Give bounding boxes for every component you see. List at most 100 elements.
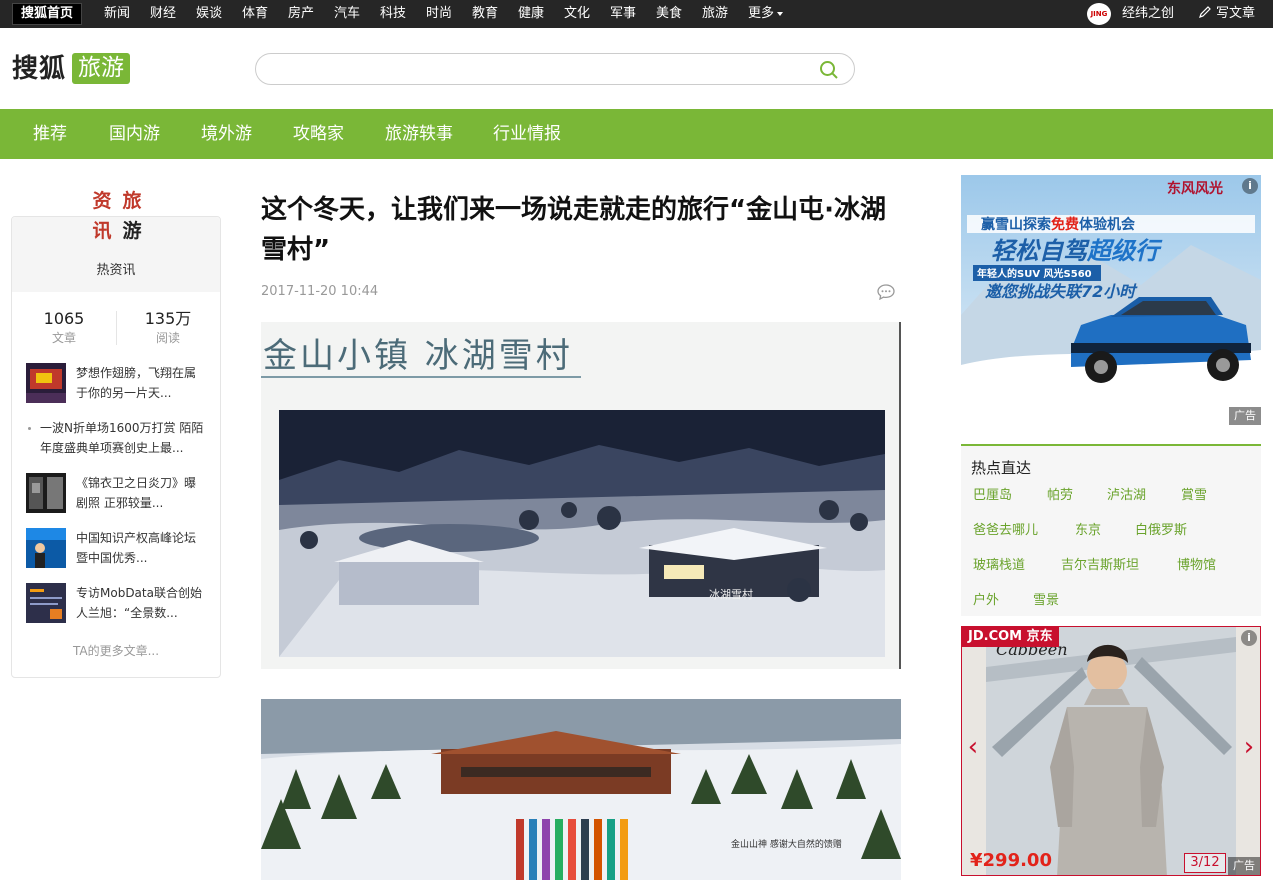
hot-tag-glass-walkway[interactable]: 玻璃栈道: [973, 554, 1025, 573]
ad-headline-a: 赢雪山探索: [981, 216, 1051, 233]
ad-info-icon[interactable]: i: [1242, 178, 1258, 194]
channel-news[interactable]: 新闻: [104, 0, 130, 28]
channel-finance[interactable]: 财经: [150, 0, 176, 28]
caret-down-icon: [777, 11, 784, 16]
sohu-logo[interactable]: 搜狐: [12, 52, 66, 86]
chevron-left-icon[interactable]: ‹: [962, 732, 984, 762]
write-article-button[interactable]: 写文章: [1198, 0, 1255, 28]
channel-military[interactable]: 军事: [610, 0, 636, 28]
channel-food[interactable]: 美食: [656, 0, 682, 28]
hot-tag-snow-viewing[interactable]: 賞雪: [1181, 484, 1207, 503]
ad-jd-sweater[interactable]: Cabbeen JD.COM 京东 i ‹ › ¥299.00 3/12 广告: [961, 626, 1261, 876]
search-input[interactable]: [270, 58, 810, 80]
article-image-snow-lodge: 金山山神 感谢大自然的馈赠: [261, 699, 901, 880]
channel-culture[interactable]: 文化: [564, 0, 590, 28]
author-article-title: 一波N折单场1600万打赏 陌陌年度盛典单项赛创史上最...: [40, 421, 204, 455]
ad-slogan-b: 超级行: [1086, 237, 1163, 265]
stat-reads: 135万 阅读: [116, 309, 220, 347]
stat-reads-label: 阅读: [155, 331, 180, 345]
author-article-title: 专访MobData联合创始人兰旭：“全景数...: [76, 586, 202, 620]
jd-logo: JD.COM 京东: [962, 627, 1059, 647]
pen-icon: [1199, 6, 1211, 18]
nav-domestic[interactable]: 国内游: [109, 109, 160, 159]
author-name[interactable]: 热资讯: [12, 259, 220, 278]
article-thumbnail: [26, 473, 66, 513]
nav-overseas[interactable]: 境外游: [201, 109, 252, 159]
article-date: 2017-11-20 10:44: [261, 284, 379, 299]
channel-education[interactable]: 教育: [472, 0, 498, 28]
write-article-label: 写文章: [1216, 6, 1256, 21]
hot-tag-dad-where[interactable]: 爸爸去哪儿: [973, 519, 1038, 538]
more-menu[interactable]: 更多: [748, 0, 784, 28]
hot-tag-belarus[interactable]: 白俄罗斯: [1135, 519, 1187, 538]
ad-label: 广告: [1228, 857, 1260, 875]
carousel-pager: 3/12: [1184, 853, 1226, 873]
user-avatar[interactable]: JING: [1087, 3, 1111, 25]
channel-fashion[interactable]: 时尚: [426, 0, 452, 28]
ad-headline-c: 体验机会: [1079, 216, 1136, 233]
author-article-item[interactable]: 专访MobData联合创始人兰旭：“全景数...: [26, 583, 211, 625]
author-card: 热资讯 1065 文章 135万 阅读 梦想作翅膀，飞翔在属于你的另一片天...…: [11, 216, 221, 678]
ad-info-icon[interactable]: i: [1241, 630, 1257, 646]
author-article-item[interactable]: 中国知识产权高峰论坛暨中国优秀...: [26, 528, 211, 570]
ad-dongfeng-art: 东风风光 赢雪山探索免费体验机会 轻松自驾超级行 年轻人的SUV 风光S560 …: [961, 175, 1261, 425]
avatar-char: 资: [92, 190, 112, 212]
article-thumbnail: [26, 528, 66, 568]
avatar-char: 游: [122, 220, 142, 242]
ad-model: 年轻人的SUV 风光S560: [977, 267, 1092, 280]
travel-section-logo[interactable]: 旅游: [72, 53, 130, 84]
ad-dongfeng-suv[interactable]: 东风风光 赢雪山探索免费体验机会 轻松自驾超级行 年轻人的SUV 风光S560 …: [961, 175, 1261, 425]
ad-slogan-a: 轻松自驾: [991, 237, 1090, 265]
ad-challenge: 邀您挑战失联72小时: [985, 282, 1138, 301]
channel-travel[interactable]: 旅游: [702, 0, 728, 28]
stat-reads-value: 135万: [144, 309, 192, 328]
section-nav: 推荐 国内游 境外游 攻略家 旅游轶事 行业情报: [0, 109, 1273, 159]
search-icon[interactable]: [819, 60, 839, 80]
hot-tag-bali[interactable]: 巴厘岛: [973, 484, 1012, 503]
hot-tag-museum[interactable]: 博物馆: [1177, 554, 1216, 573]
svg-text:赢雪山探索免费体验机会: 赢雪山探索免费体验机会: [981, 216, 1136, 233]
hot-tag-snow-scenery[interactable]: 雪景: [1033, 589, 1059, 608]
author-more-articles-link[interactable]: TA的更多文章...: [12, 642, 220, 659]
hot-tag-lugu-lake[interactable]: 泸沽湖: [1107, 484, 1146, 503]
hot-tag-tokyo[interactable]: 东京: [1075, 519, 1101, 538]
search-box: [255, 53, 855, 85]
channel-entertainment[interactable]: 娱谈: [196, 0, 222, 28]
user-name-link[interactable]: 经纬之创: [1122, 0, 1174, 28]
ad-headline-b: 免费: [1051, 216, 1079, 233]
nav-industry[interactable]: 行业情报: [493, 109, 561, 159]
nav-guides[interactable]: 攻略家: [293, 109, 344, 159]
channel-house[interactable]: 房产: [288, 0, 314, 28]
author-article-item[interactable]: 《锦衣卫之日炎刀》曝剧照 正邪较量...: [26, 473, 211, 515]
village-sign: 冰湖雪村: [709, 587, 753, 601]
chevron-right-icon[interactable]: ›: [1238, 732, 1260, 762]
bullet-dot-icon: [28, 427, 31, 430]
stat-articles: 1065 文章: [12, 309, 116, 347]
author-article-item[interactable]: 一波N折单场1600万打赏 陌陌年度盛典单项赛创史上最...: [26, 418, 211, 460]
nav-anecdotes[interactable]: 旅游轶事: [385, 109, 453, 159]
caption-underline: [261, 376, 581, 378]
hot-topics-title: 热点直达: [971, 459, 1032, 477]
author-article-item[interactable]: 梦想作翅膀，飞翔在属于你的另一片天...: [26, 363, 211, 405]
hot-tag-palau[interactable]: 帕劳: [1047, 484, 1073, 503]
channel-auto[interactable]: 汽车: [334, 0, 360, 28]
channel-sports[interactable]: 体育: [242, 0, 268, 28]
ad-label: 广告: [1229, 407, 1261, 425]
author-article-title: 中国知识产权高峰论坛暨中国优秀...: [76, 531, 197, 565]
snow-lodge-photo: 金山山神 感谢大自然的馈赠: [261, 699, 901, 880]
ad-brand: 东风风光: [1167, 180, 1223, 197]
hot-tag-kyrgyzstan[interactable]: 吉尔吉斯斯坦: [1061, 554, 1139, 573]
comment-icon[interactable]: [877, 284, 895, 300]
more-label: 更多: [748, 6, 775, 21]
hot-tag-outdoors[interactable]: 户外: [973, 589, 999, 608]
channel-tech[interactable]: 科技: [380, 0, 406, 28]
sohu-home-link[interactable]: 搜狐首页: [12, 3, 83, 25]
hot-topics-panel: 热点直达 巴厘岛 帕劳 泸沽湖 賞雪 爸爸去哪儿 东京 白俄罗斯 玻璃栈道 吉尔…: [961, 444, 1261, 616]
article-image-village-render: 金山小镇 冰湖雪村 冰湖雪村: [261, 322, 901, 669]
image-caption: 金山小镇 冰湖雪村: [263, 336, 573, 376]
nav-recommend[interactable]: 推荐: [33, 109, 67, 159]
svg-text:轻松自驾超级行: 轻松自驾超级行: [991, 237, 1163, 265]
author-avatar[interactable]: 资 旅 讯 游: [87, 186, 147, 246]
channel-health[interactable]: 健康: [518, 0, 544, 28]
image-border: [899, 322, 901, 669]
